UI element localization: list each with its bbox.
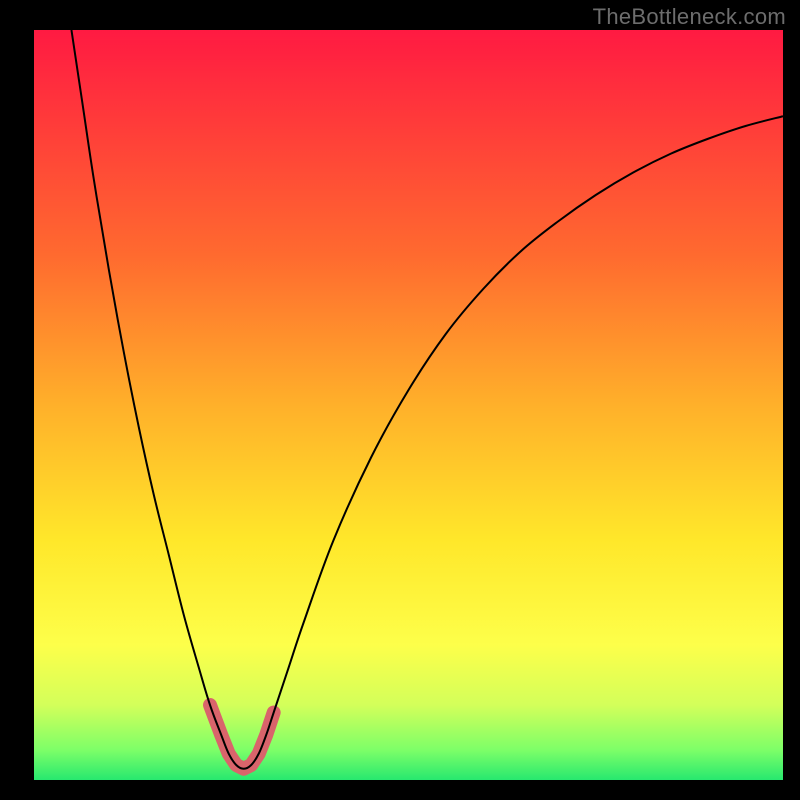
chart-stage: TheBottleneck.com: [0, 0, 800, 800]
bottleneck-plot: [0, 0, 800, 800]
plot-background: [34, 30, 783, 780]
watermark-text: TheBottleneck.com: [593, 4, 786, 30]
